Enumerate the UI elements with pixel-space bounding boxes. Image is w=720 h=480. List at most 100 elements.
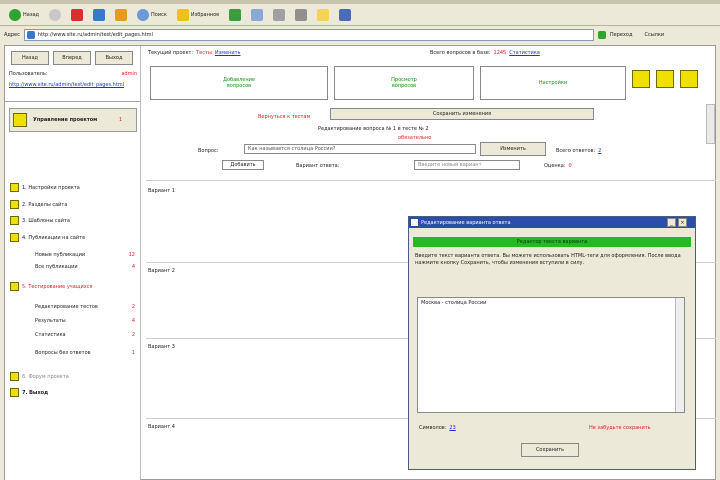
menu-label: 7. Выход <box>22 389 49 396</box>
back-button[interactable]: Назад <box>6 7 42 23</box>
tab-settings[interactable]: Настройки <box>480 66 626 100</box>
star-icon <box>176 8 189 21</box>
char-count-line: Символов: 23 <box>419 425 456 431</box>
dialog-description: Введите текст варианта ответа. Вы можете… <box>415 253 681 266</box>
sub-item-all[interactable]: Все публикации 4 <box>35 264 135 270</box>
address-input[interactable]: http://www.site.ru/admin/test/edit_pages… <box>23 29 594 41</box>
sub-item-stats[interactable]: Статистика 2 <box>35 332 135 338</box>
menu-header[interactable]: Управление проектом 1 <box>9 108 137 132</box>
stats-value: 1245 <box>493 50 507 56</box>
dialog-titlebar[interactable]: Редактирование варианта ответа <box>409 217 695 228</box>
address-value: http://www.site.ru/admin/test/edit_pages… <box>37 32 153 38</box>
nav-back-button[interactable]: Назад <box>11 51 49 65</box>
back-arrow-icon <box>9 8 21 21</box>
refresh-button[interactable] <box>90 7 108 23</box>
tool-1-icon[interactable] <box>632 70 650 88</box>
sidebar-item-templates[interactable]: 3. Шаблоны сайта <box>10 216 70 225</box>
edit-dialog: Редактирование варианта ответа _ × Редак… <box>408 216 696 470</box>
form-scrollbar[interactable] <box>706 104 715 144</box>
sub-count: 1 <box>131 350 135 356</box>
go-label[interactable]: Переход <box>610 32 633 38</box>
history-button[interactable] <box>226 7 244 23</box>
question-label: Вопрос: <box>198 148 219 154</box>
sub-label: Редактирование тестов <box>35 304 98 310</box>
mail-icon <box>251 8 264 21</box>
mail-button[interactable] <box>248 7 266 23</box>
stats-link[interactable]: Статистика <box>509 50 540 56</box>
divider <box>5 101 140 102</box>
folder-icon <box>317 8 330 21</box>
home-button[interactable] <box>112 7 130 23</box>
project-label: Текущий проект: <box>148 50 194 56</box>
menu-bullet-icon <box>10 388 19 397</box>
add-button[interactable]: Добавить <box>222 160 264 170</box>
folder-button[interactable] <box>314 7 332 23</box>
textarea-scrollbar[interactable] <box>675 298 684 412</box>
sub-item-results[interactable]: Результаты 4 <box>35 318 135 324</box>
tool-2-icon[interactable] <box>656 70 674 88</box>
project-change-link[interactable]: Изменить <box>215 50 241 56</box>
menu-header-count: 1 <box>119 117 123 123</box>
logout-button[interactable]: Выход <box>95 51 133 65</box>
sub-label: Вопросы без ответов <box>35 350 91 356</box>
tab-line1: Настройки <box>538 80 568 86</box>
page-icon <box>26 31 35 39</box>
return-link[interactable]: Вернуться к тестам <box>258 114 310 120</box>
print-button[interactable] <box>270 7 288 23</box>
answers-value: 2 <box>598 148 602 154</box>
messenger-button[interactable] <box>336 7 354 23</box>
minimize-icon[interactable]: _ <box>667 218 676 227</box>
sidebar-item-testing[interactable]: 5. Тестирование учащихся <box>10 282 120 291</box>
edit-button[interactable] <box>292 7 310 23</box>
history-icon <box>229 8 242 21</box>
menu-label: 6. Форум проекта <box>22 373 69 380</box>
nav-forward-button[interactable]: Вперед <box>53 51 91 65</box>
question-input[interactable]: Как называется столица России? <box>244 144 476 154</box>
section-title-2: Вариант 2 <box>148 268 175 274</box>
sidebar-item-exit[interactable]: 7. Выход <box>10 388 48 397</box>
section-divider <box>146 180 716 182</box>
dialog-save-button[interactable]: Сохранить <box>521 443 579 457</box>
left-sidebar: Назад Вперед Выход Пользователь: admin h… <box>5 46 141 480</box>
rating-value: 0 <box>568 163 572 169</box>
answers-line: Всего ответов: 2 <box>556 148 601 154</box>
textarea-value: Москва - столица России <box>421 300 487 306</box>
answer-textarea[interactable]: Москва - столица России <box>417 297 685 413</box>
admin-link[interactable]: http://www.site.ru/admin/test/edit_pages… <box>9 82 137 88</box>
save-changes-button[interactable]: Сохранить изменения <box>330 108 594 120</box>
sub-count: 4 <box>131 318 135 324</box>
menu-label: 4. Публикации на сайте <box>22 234 86 241</box>
tab-line2: вопросов <box>391 83 417 89</box>
sidebar-item-settings[interactable]: 1. Настройки проекта <box>10 183 80 192</box>
browser-toolbar: Назад Поиск Избранное <box>0 4 720 26</box>
stop-button[interactable] <box>68 7 86 23</box>
edit-question-button[interactable]: Изменить <box>480 142 546 156</box>
links-label[interactable]: Ссылки <box>644 32 664 38</box>
variant-input[interactable]: Введите новый вариант <box>414 160 520 170</box>
back-label: Назад <box>23 11 40 18</box>
form-subtitle: Редактирование вопроса № 1 в тесте № 2 <box>318 126 429 132</box>
rating-line: Оценка: 0 <box>544 163 572 169</box>
sub-item-new[interactable]: Новые публикации 12 <box>35 252 135 258</box>
search-button[interactable]: Поиск <box>134 7 170 23</box>
variant-label: Вариант ответа: <box>296 163 340 169</box>
tool-3-icon[interactable] <box>680 70 698 88</box>
stats-line: Всего вопросов в базе: 1245 Статистика <box>430 50 540 56</box>
tool-icons <box>632 70 698 88</box>
section-title-1: Вариант 1 <box>148 188 175 194</box>
sub-item-edit-tests[interactable]: Редактирование тестов 2 <box>35 304 135 310</box>
forward-button[interactable] <box>46 7 64 23</box>
sub-label: Результаты <box>35 318 66 324</box>
sidebar-item-publications[interactable]: 4. Публикации на сайте <box>10 233 85 242</box>
go-arrow-icon[interactable] <box>597 31 606 39</box>
favorites-button[interactable]: Избранное <box>174 7 222 23</box>
dialog-title: Редактирование варианта ответа <box>421 219 511 226</box>
tab-view[interactable]: Просмотр вопросов <box>334 66 474 100</box>
sidebar-item-forum[interactable]: 6. Форум проекта <box>10 372 69 381</box>
tab-line2: вопросов <box>226 83 252 89</box>
tab-add[interactable]: Добавление вопросов <box>150 66 328 100</box>
close-icon[interactable]: × <box>678 218 687 227</box>
sidebar-item-sections[interactable]: 2. Разделы сайта <box>10 200 67 209</box>
sub-item-unanswered[interactable]: Вопросы без ответов 1 <box>35 350 135 356</box>
dialog-header: Редактор текста варианта <box>413 237 691 247</box>
